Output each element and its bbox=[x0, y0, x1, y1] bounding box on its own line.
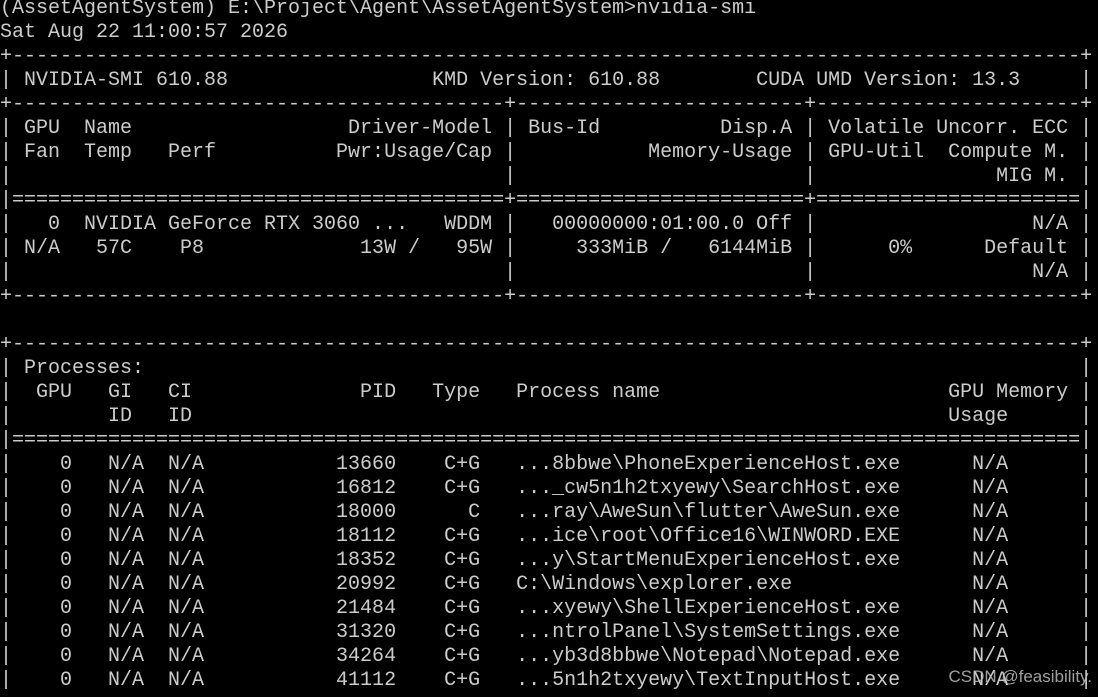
table-border-bottom: +---------------------------------------… bbox=[0, 285, 1093, 308]
processes-title: | Processes: | bbox=[0, 357, 1093, 380]
terminal-window[interactable]: (AssetAgentSystem) E:\Project\Agent\Asse… bbox=[0, 0, 1098, 697]
process-row: | 0 N/A N/A 41112 C+G ...5n1h2txyewy\Tex… bbox=[0, 669, 1093, 692]
processes-header-row-2: | ID ID Usage | bbox=[0, 405, 1093, 428]
table-separator: |=======================================… bbox=[0, 189, 1093, 212]
gpu-table-header-row-1: | GPU Name Driver-Model | Bus-Id Disp.A … bbox=[0, 117, 1093, 140]
watermark: CSDN @feasibility. bbox=[948, 667, 1092, 686]
process-row: | 0 N/A N/A 13660 C+G ...8bbwe\PhoneExpe… bbox=[0, 453, 1093, 476]
process-row: | 0 N/A N/A 16812 C+G ..._cw5n1h2txyewy\… bbox=[0, 477, 1093, 500]
process-row: | 0 N/A N/A 20992 C+G C:\Windows\explore… bbox=[0, 573, 1093, 596]
gpu-table-header-row-3: | | | MIG M. | bbox=[0, 165, 1093, 188]
processes-border-top: +---------------------------------------… bbox=[0, 333, 1093, 356]
table-border: +---------------------------------------… bbox=[0, 93, 1093, 116]
terminal-line-command-prompt: (AssetAgentSystem) E:\Project\Agent\Asse… bbox=[0, 0, 757, 20]
process-row: | 0 N/A N/A 18112 C+G ...ice\root\Office… bbox=[0, 525, 1093, 548]
gpu-row-1: | 0 NVIDIA GeForce RTX 3060 ... WDDM | 0… bbox=[0, 213, 1093, 236]
process-row: | 0 N/A N/A 21484 C+G ...xyewy\ShellExpe… bbox=[0, 597, 1093, 620]
processes-separator: |=======================================… bbox=[0, 429, 1093, 452]
gpu-row-2: | N/A 57C P8 13W / 95W | 333MiB / 6144Mi… bbox=[0, 237, 1093, 260]
gpu-table-header-row-2: | Fan Temp Perf Pwr:Usage/Cap | Memory-U… bbox=[0, 141, 1093, 164]
smi-version-header: | NVIDIA-SMI 610.88 KMD Version: 610.88 … bbox=[0, 69, 1093, 92]
gpu-row-3: | | | N/A | bbox=[0, 261, 1093, 284]
process-row: | 0 N/A N/A 18000 C ...ray\AweSun\flutte… bbox=[0, 501, 1093, 524]
process-row: | 0 N/A N/A 34264 C+G ...yb3d8bbwe\Notep… bbox=[0, 645, 1093, 668]
process-row: | 0 N/A N/A 31320 C+G ...ntrolPanel\Syst… bbox=[0, 621, 1093, 644]
table-border-top: +---------------------------------------… bbox=[0, 45, 1093, 68]
process-row: | 0 N/A N/A 18352 C+G ...y\StartMenuExpe… bbox=[0, 549, 1093, 572]
processes-header-row-1: | GPU GI CI PID Type Process name GPU Me… bbox=[0, 381, 1093, 404]
terminal-line-timestamp: Sat Aug 22 11:00:57 2026 bbox=[0, 21, 289, 44]
